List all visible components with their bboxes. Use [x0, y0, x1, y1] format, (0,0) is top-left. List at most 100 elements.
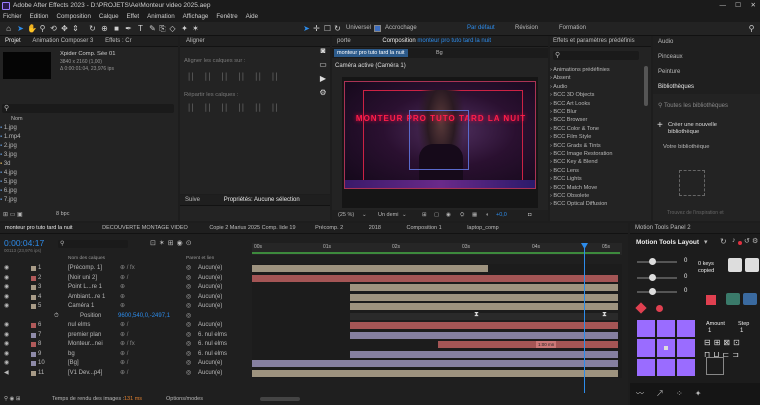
parent-select[interactable]: 6. nul elms	[198, 340, 227, 349]
layer-switches[interactable]: ⊕ /	[120, 359, 128, 368]
layer-bar[interactable]	[252, 274, 618, 282]
parent-pick-icon[interactable]: ◎	[186, 274, 191, 283]
table-row[interactable]: ◉ 6 nul elms ⊕ / ◎ Aucun(e)	[0, 321, 252, 330]
table-row[interactable]: ◉ 1 [Précomp. 1] ⊕ / fx ◎ Aucun(e)	[0, 264, 252, 273]
copy-keys-icon[interactable]	[728, 258, 742, 272]
visibility-eye-icon[interactable]: ◉	[4, 331, 9, 340]
zoom-slider[interactable]	[260, 397, 300, 401]
parent-select[interactable]: Aucun(e)	[198, 321, 222, 330]
keyframe-dot-icon[interactable]	[656, 305, 663, 312]
zoom-chevron-icon[interactable]: ⌄	[362, 210, 367, 221]
minimize-icon[interactable]: —	[720, 0, 727, 12]
layer-name[interactable]: [Bg]	[68, 359, 79, 368]
panel-audio[interactable]: Audio	[658, 39, 673, 45]
label-color[interactable]	[31, 285, 36, 290]
parent-select[interactable]: Aucun(e)	[198, 359, 222, 368]
layer-bar[interactable]	[252, 265, 488, 272]
tab-timeline-comp1[interactable]: Composition 1	[402, 223, 447, 233]
parent-select[interactable]: Aucun(e)	[198, 283, 222, 292]
parent-pick-icon[interactable]: ◎	[186, 264, 191, 273]
new-comp-icon[interactable]: ▣	[17, 212, 23, 218]
tab-timeline-copie[interactable]: Copie 2 Marius 2025 Comp. lide 19	[204, 223, 300, 233]
visibility-eye-icon[interactable]: ◉	[4, 274, 9, 283]
grid-icon[interactable]: ⊞	[422, 210, 427, 221]
layer-name[interactable]: Point L...re 1	[68, 283, 102, 292]
layer-bar[interactable]	[252, 369, 618, 377]
eraser-tool-icon[interactable]: ◇	[168, 24, 177, 33]
puppet-tool-icon[interactable]: ✶	[191, 24, 200, 33]
anchor-top-left[interactable]	[637, 320, 655, 338]
layer-name[interactable]: bg	[68, 350, 75, 359]
anchor-tool-icon[interactable]: ⊕	[100, 24, 109, 33]
layer-switches[interactable]: ⊕ /	[120, 274, 128, 283]
keyframe-icon[interactable]: ⧗	[602, 311, 607, 319]
tab-timeline-main[interactable]: monteur pro tuto tard la nuit	[0, 223, 78, 233]
layer-bar[interactable]	[350, 293, 618, 301]
layer-name[interactable]: Monteur...nei	[68, 340, 103, 349]
parent-pick-icon[interactable]: ◎	[186, 359, 191, 368]
dolly-tool-icon[interactable]: ⇕	[71, 24, 80, 33]
move-icon[interactable]: ✛	[312, 24, 321, 33]
easing-presets-bar[interactable]: 〰↗⁘✦	[630, 383, 760, 405]
slider-value-2[interactable]: 0	[684, 274, 687, 280]
list-item[interactable]: ▪ 1.jpg	[0, 124, 17, 133]
effects-search-input[interactable]: ⚲	[553, 51, 639, 60]
your-library[interactable]: Votre bibliothèque	[663, 144, 709, 150]
workspace-default[interactable]: Par défaut	[467, 25, 495, 31]
parent-select[interactable]: Aucun(e)	[198, 293, 222, 302]
property-value[interactable]: 9600,540,0,-2497,1	[118, 312, 170, 321]
parent-pick-icon[interactable]: ◎	[186, 302, 191, 311]
universal-label[interactable]: Universel	[346, 25, 371, 31]
workspace-revision[interactable]: Révision	[515, 25, 538, 31]
parent-select[interactable]: Aucun(e)	[198, 369, 222, 378]
menu-affichage[interactable]: Affichage	[183, 12, 209, 22]
table-row[interactable]: ◉ 7 premier plan ⊕ / ◎ 6. nul elms	[0, 331, 252, 340]
slider-value-1[interactable]: 0	[684, 258, 687, 264]
sub-tab-comp[interactable]: monteur pro tuto tard la nuit	[334, 49, 408, 57]
table-row[interactable]: ◉ 5 Caméra 1 ⊕ ◎ Aucun(e)	[0, 302, 252, 311]
layer-name[interactable]: nul elms	[68, 321, 90, 330]
list-item[interactable]: ▪ 7.jpg	[0, 196, 17, 205]
quality-chevron-icon[interactable]: ⌄	[402, 210, 407, 221]
layer-bar[interactable]	[350, 331, 618, 339]
layer-bar[interactable]	[350, 322, 618, 329]
layer-name[interactable]: [Précomp. 1]	[68, 264, 102, 273]
slider-handle[interactable]	[649, 274, 656, 281]
screen-icon[interactable]: ▭	[316, 58, 330, 72]
layer-switches[interactable]: ⊕ /	[120, 331, 128, 340]
camera-snapshot-icon[interactable]: ⛭	[460, 210, 464, 221]
label-color[interactable]	[31, 323, 36, 328]
expand-icon[interactable]	[706, 357, 724, 375]
parent-select[interactable]: 6. nul elms	[198, 350, 227, 359]
text-tool-icon[interactable]: T	[136, 24, 145, 33]
parent-select[interactable]: Aucun(e)	[198, 302, 222, 311]
audio-speaker-icon[interactable]: ◀	[4, 369, 9, 378]
layer-bar[interactable]: 1:00 mn	[438, 341, 618, 348]
create-library-link[interactable]: Créer une nouvelle bibliothèque	[668, 122, 738, 136]
viewer-area[interactable]: MONTEUR PRO TUTO TARD LA NUIT	[342, 77, 538, 208]
libraries-search-input[interactable]: ⚲ Toutes les bibliothèques	[658, 102, 728, 109]
layer-name[interactable]: Ambiant...re 1	[68, 293, 105, 302]
table-row[interactable]: ◉ 4 Ambiant...re 1 ⊕ ◎ Aucun(e)	[0, 293, 252, 302]
panel-bibliotheques[interactable]: Bibliothèques	[658, 84, 694, 90]
parent-select[interactable]: Aucun(e)	[198, 264, 222, 273]
hand-tool-icon[interactable]: ✋	[27, 24, 37, 33]
panel-pinceaux[interactable]: Pinceaux	[658, 54, 683, 60]
zoom-select[interactable]: (25 %)	[338, 210, 354, 221]
label-color[interactable]	[31, 304, 36, 309]
current-timecode[interactable]: 0:00:04:17	[4, 238, 44, 248]
interpret-footage-icon[interactable]: ⊞	[3, 212, 8, 218]
list-item[interactable]: ▪ 3.jpg	[0, 151, 17, 160]
amount-value[interactable]: 1	[708, 328, 711, 334]
tab-timeline-decouverte[interactable]: DECOUVERTE MONTAGE VIDEO	[97, 223, 193, 233]
slider-track-1[interactable]	[637, 258, 677, 265]
visibility-eye-icon[interactable]: ◉	[4, 359, 9, 368]
layer-switches[interactable]: ⊕ / fx	[120, 264, 135, 273]
menu-calque[interactable]: Calque	[99, 12, 119, 22]
table-row[interactable]: ◉ 3 Point L...re 1 ⊕ ◎ Aucun(e)	[0, 283, 252, 292]
layer-name[interactable]: [V1 Dev...p4]	[68, 369, 102, 378]
add-icon[interactable]: +	[657, 120, 663, 131]
parent-pick-icon[interactable]: ◎	[186, 340, 191, 349]
sub-tab-bg[interactable]: Bg	[436, 48, 443, 58]
mask-icon[interactable]: ▢	[434, 210, 439, 221]
